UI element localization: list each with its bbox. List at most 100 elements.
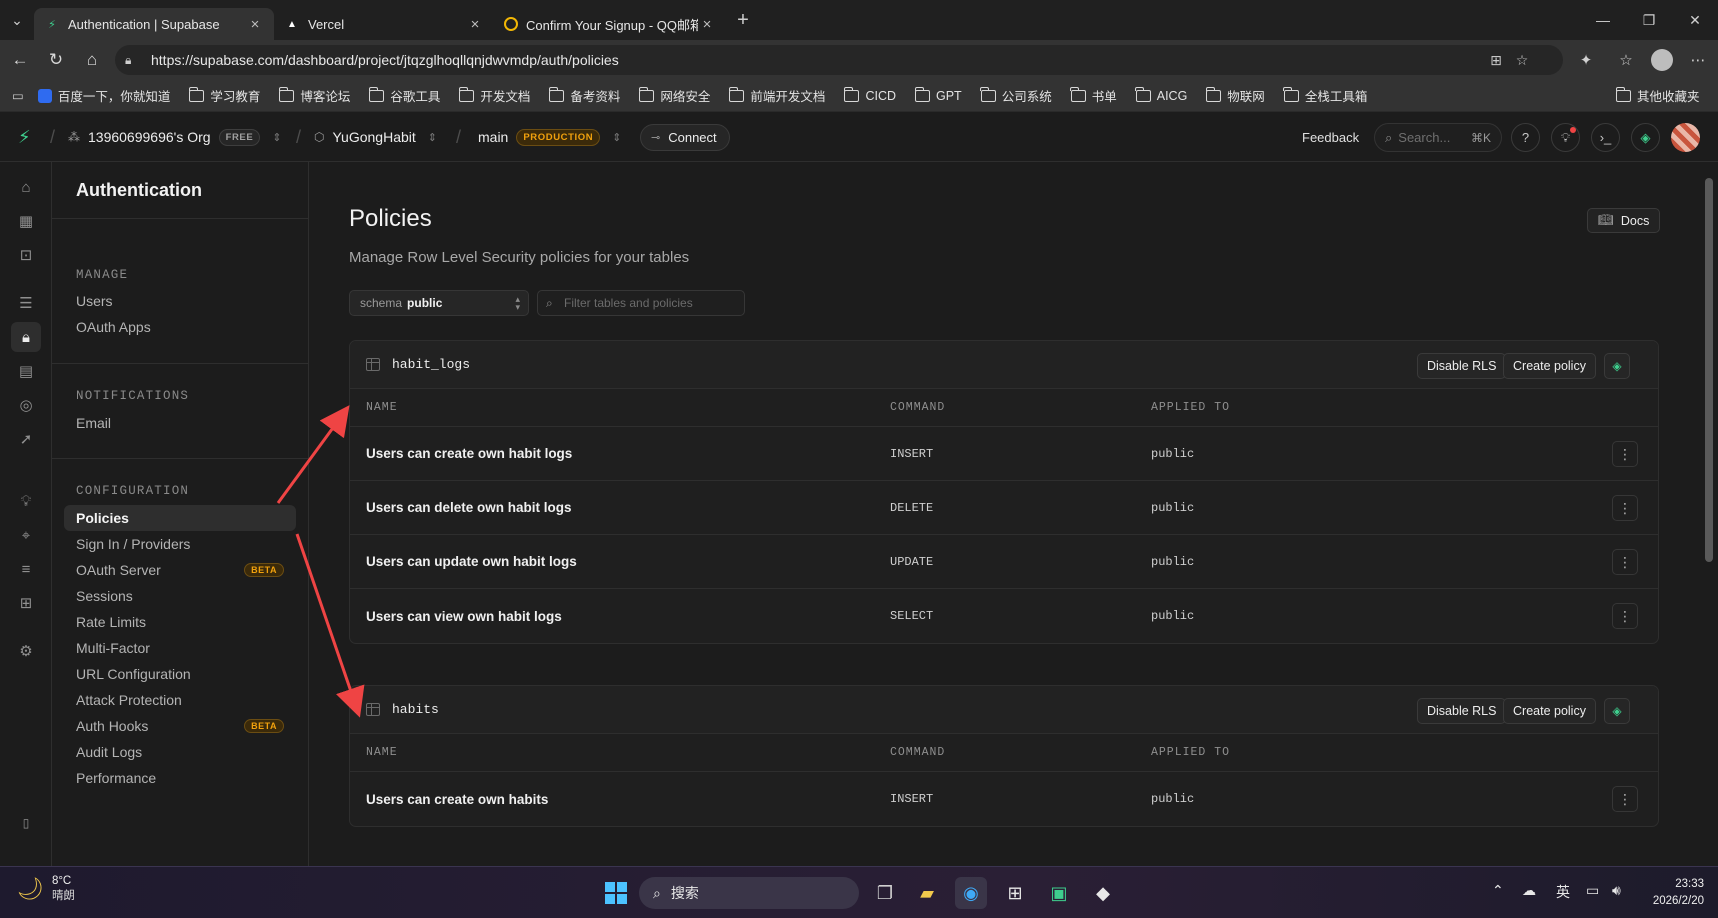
- database-icon[interactable]: ☰: [11, 288, 41, 318]
- help-icon[interactable]: ?: [1511, 123, 1540, 152]
- search-button[interactable]: ⌕ Search... ⌘K: [1374, 123, 1502, 152]
- advisors-bulb-icon[interactable]: 💡︎: [11, 486, 41, 516]
- app-available-icon[interactable]: ⊞: [1485, 49, 1507, 71]
- onedrive-cloud-icon[interactable]: ☁: [1522, 882, 1536, 899]
- close-tab-icon[interactable]: ×: [466, 16, 484, 33]
- extensions-icon[interactable]: ✦: [1570, 44, 1602, 76]
- feedback-button[interactable]: Feedback: [1292, 124, 1369, 151]
- weather-widget[interactable]: 🌙︎ 8°C 晴朗: [16, 875, 75, 903]
- bookmark-folder[interactable]: 备考资料: [548, 86, 620, 105]
- org-switcher[interactable]: ⁂ 13960699696's Org FREE ⇕: [68, 112, 282, 162]
- bookmark-folder[interactable]: AICG: [1135, 86, 1187, 103]
- tab-qqmail[interactable]: Confirm Your Signup - QQ邮箱 ×: [494, 8, 726, 40]
- filter-input[interactable]: [564, 296, 734, 310]
- bookmark-folder[interactable]: 学习教育: [188, 86, 260, 105]
- bookmark-folder[interactable]: 物联网: [1205, 86, 1265, 105]
- user-avatar[interactable]: [1671, 123, 1700, 152]
- sidebar-item-rate-limits[interactable]: Rate Limits: [64, 609, 296, 635]
- tab-vercel[interactable]: ▲ Vercel ×: [274, 8, 494, 40]
- home-icon[interactable]: ⌂: [75, 43, 109, 77]
- network-icon[interactable]: ▭: [1586, 882, 1599, 899]
- back-arrow-icon[interactable]: ←: [3, 43, 37, 77]
- favorite-star-icon[interactable]: ☆: [1511, 49, 1533, 71]
- filter-field[interactable]: ⌕: [537, 290, 745, 316]
- profile-avatar[interactable]: [1646, 44, 1678, 76]
- taskbar-search[interactable]: ⌕ 搜索: [639, 877, 859, 909]
- authentication-lock-icon[interactable]: 🔒︎: [11, 322, 41, 352]
- more-vertical-icon[interactable]: ⋮: [1612, 495, 1638, 521]
- bookmark-folder[interactable]: 博客论坛: [278, 86, 350, 105]
- create-policy-button[interactable]: Create policy: [1503, 698, 1596, 724]
- sidebar-item-oauth-server[interactable]: OAuth Server BETA: [64, 557, 296, 583]
- microsoft-store-icon[interactable]: ⊞: [999, 877, 1031, 909]
- task-view-icon[interactable]: ❐: [869, 877, 901, 909]
- sql-editor-icon[interactable]: ⊡: [11, 240, 41, 270]
- sidebar-item-performance[interactable]: Performance: [64, 765, 296, 791]
- connect-button[interactable]: ⊸ Connect: [640, 124, 730, 151]
- bookmark-folder[interactable]: CICD: [843, 86, 896, 103]
- branch-switcher[interactable]: main PRODUCTION ⇕: [478, 112, 621, 162]
- close-window-icon[interactable]: ✕: [1672, 0, 1718, 40]
- sidebar-item-attack-protection[interactable]: Attack Protection: [64, 687, 296, 713]
- settings-gear-icon[interactable]: ⚙: [11, 636, 41, 666]
- sidebar-toggle-icon[interactable]: ▭: [12, 88, 24, 103]
- reload-icon[interactable]: ↻: [39, 43, 73, 77]
- realtime-icon[interactable]: ➚: [11, 424, 41, 454]
- volume-icon[interactable]: 🔊︎: [1612, 882, 1621, 899]
- more-vertical-icon[interactable]: ⋮: [1612, 603, 1638, 629]
- more-vertical-icon[interactable]: ⋮: [1612, 786, 1638, 812]
- sidebar-item-email[interactable]: Email: [64, 410, 296, 436]
- ai-assistant-diamond-icon[interactable]: ◈: [1604, 353, 1630, 379]
- docs-button[interactable]: 📖︎ Docs: [1587, 208, 1661, 233]
- sidebar-item-oauth-apps[interactable]: OAuth Apps: [64, 314, 296, 340]
- bookmark-folder[interactable]: 谷歌工具: [368, 86, 440, 105]
- policy-row[interactable]: Users can create own habits INSERT publi…: [350, 772, 1658, 826]
- close-tab-icon[interactable]: ×: [698, 16, 716, 33]
- bookmark-folder[interactable]: 前端开发文档: [728, 86, 825, 105]
- sidebar-item-url-configuration[interactable]: URL Configuration: [64, 661, 296, 687]
- sidebar-item-sessions[interactable]: Sessions: [64, 583, 296, 609]
- file-explorer-icon[interactable]: ▰: [911, 877, 943, 909]
- new-tab-plus-icon[interactable]: +: [726, 0, 760, 40]
- site-info-lock-icon[interactable]: 🔒︎: [125, 53, 141, 68]
- favorites-icon[interactable]: ☆: [1610, 44, 1642, 76]
- app-icon[interactable]: ◆: [1087, 877, 1119, 909]
- sidebar-item-policies[interactable]: Policies: [64, 505, 296, 531]
- tray-chevron-up-icon[interactable]: ⌃: [1492, 882, 1504, 899]
- url-field[interactable]: 🔒︎ https://supabase.com/dashboard/projec…: [115, 45, 1563, 75]
- sidebar-item-sign-in-providers[interactable]: Sign In / Providers: [64, 531, 296, 557]
- observability-telescope-icon[interactable]: ⌖: [11, 520, 41, 550]
- table-editor-icon[interactable]: ▦: [11, 206, 41, 236]
- bookmark-folder[interactable]: 网络安全: [638, 86, 710, 105]
- restore-icon[interactable]: ❐: [1626, 0, 1672, 40]
- supabase-logo-icon[interactable]: ⚡: [18, 112, 31, 162]
- close-tab-icon[interactable]: ×: [246, 16, 264, 33]
- bookmark-folder[interactable]: 书单: [1070, 86, 1117, 105]
- advisor-bulb-icon[interactable]: 💡︎: [1551, 123, 1580, 152]
- disable-rls-button[interactable]: Disable RLS: [1417, 698, 1507, 724]
- ime-indicator[interactable]: 英: [1556, 882, 1570, 902]
- sidebar-item-auth-hooks[interactable]: Auth Hooks BETA: [64, 713, 296, 739]
- windows-start-icon[interactable]: [600, 877, 632, 909]
- policy-row[interactable]: Users can delete own habit logs DELETE p…: [350, 481, 1658, 535]
- system-clock[interactable]: 23:33 2026/2/20: [1653, 876, 1704, 910]
- app-terminal-icon[interactable]: ▣: [1043, 877, 1075, 909]
- edge-browser-icon[interactable]: ◉: [955, 877, 987, 909]
- sidebar-item-users[interactable]: Users: [64, 288, 296, 314]
- bookmark-folder[interactable]: 开发文档: [458, 86, 530, 105]
- bookmark-baidu[interactable]: 百度一下，你就知道: [37, 86, 170, 105]
- logs-list-icon[interactable]: ≡: [11, 554, 41, 584]
- project-switcher[interactable]: ⬡ YuGongHabit ⇕: [314, 112, 437, 162]
- edge-functions-icon[interactable]: ◎: [11, 390, 41, 420]
- policy-row[interactable]: Users can view own habit logs SELECT pub…: [350, 589, 1658, 643]
- schema-select[interactable]: schema public ▴ ▾: [349, 290, 529, 316]
- terminal-icon[interactable]: ›_: [1591, 123, 1620, 152]
- collapse-sidebar-icon[interactable]: ▯: [11, 808, 41, 838]
- more-vertical-icon[interactable]: ⋮: [1612, 549, 1638, 575]
- more-menu-icon[interactable]: ⋯: [1682, 44, 1714, 76]
- home-icon[interactable]: ⌂: [11, 172, 41, 202]
- policy-row[interactable]: Users can update own habit logs UPDATE p…: [350, 535, 1658, 589]
- sidebar-item-multi-factor[interactable]: Multi-Factor: [64, 635, 296, 661]
- create-policy-button[interactable]: Create policy: [1503, 353, 1596, 379]
- policy-row[interactable]: Users can create own habit logs INSERT p…: [350, 427, 1658, 481]
